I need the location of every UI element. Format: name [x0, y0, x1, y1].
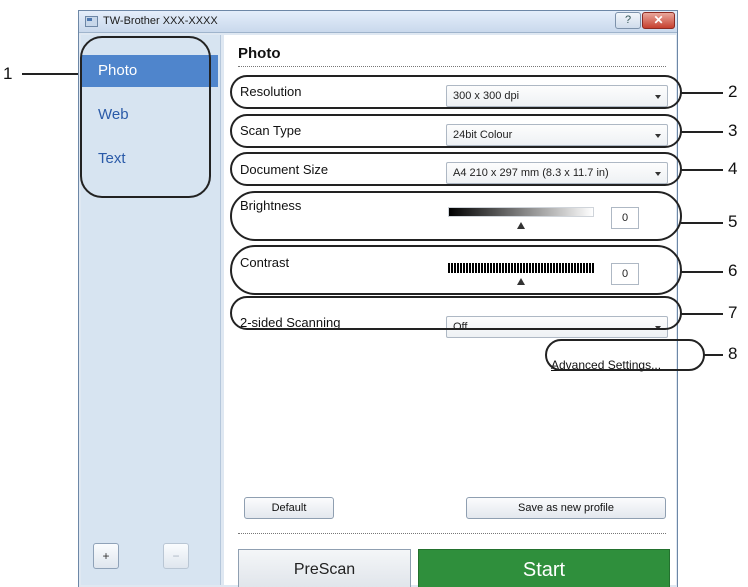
callout-line-5 — [681, 222, 723, 224]
brightness-label: Brightness — [240, 198, 302, 213]
resolution-label: Resolution — [240, 84, 302, 99]
document-size-value: A4 210 x 297 mm (8.3 x 11.7 in) — [453, 167, 609, 179]
remove-profile-button[interactable]: − — [163, 543, 189, 569]
callout-7: 7 — [728, 303, 738, 322]
sidebar-item-label: Photo — [98, 62, 138, 79]
callout-3: 3 — [728, 121, 738, 140]
callout-1: 1 — [3, 64, 13, 83]
chevron-down-icon — [655, 172, 661, 176]
callout-line-2 — [681, 92, 723, 94]
resolution-value: 300 x 300 dpi — [453, 90, 520, 102]
contrast-slider-thumb[interactable] — [517, 278, 525, 285]
scan-type-label: Scan Type — [240, 123, 302, 138]
sidebar-item-web[interactable]: Web — [81, 99, 218, 131]
app-window-icon — [85, 16, 98, 27]
help-button[interactable]: ? — [615, 12, 641, 29]
profile-sidebar: Photo Web Text + − — [81, 35, 221, 585]
two-sided-scanning-label: 2-sided Scanning — [240, 315, 341, 330]
scan-type-select[interactable]: 24bit Colour — [446, 124, 668, 146]
prescan-button[interactable]: PreScan — [238, 549, 411, 587]
close-icon: ✕ — [653, 13, 664, 27]
brightness-value-field[interactable]: 0 — [611, 207, 639, 229]
callout-line-6 — [681, 271, 723, 273]
settings-panel: Photo Resolution 300 x 300 dpi Scan Type… — [224, 35, 676, 587]
contrast-slider[interactable] — [448, 263, 594, 273]
default-button[interactable]: Default — [244, 497, 334, 519]
callout-line-7 — [681, 313, 723, 315]
callout-2: 2 — [728, 82, 738, 101]
sidebar-item-label: Text — [98, 150, 126, 167]
callout-line-8 — [703, 354, 723, 356]
callout-5: 5 — [728, 212, 738, 231]
chevron-down-icon — [655, 134, 661, 138]
callout-line-1 — [22, 73, 82, 75]
chevron-down-icon — [655, 95, 661, 99]
brightness-slider-thumb[interactable] — [517, 222, 525, 229]
document-size-label: Document Size — [240, 162, 329, 177]
contrast-value-field[interactable]: 0 — [611, 263, 639, 285]
sidebar-item-text[interactable]: Text — [81, 143, 218, 175]
contrast-label: Contrast — [240, 255, 290, 270]
callout-line-4 — [681, 169, 723, 171]
two-sided-scanning-select[interactable]: Off — [446, 316, 668, 338]
chevron-down-icon — [655, 326, 661, 330]
add-profile-button[interactable]: + — [93, 543, 119, 569]
start-button[interactable]: Start — [418, 549, 670, 587]
close-button[interactable]: ✕ — [642, 12, 675, 29]
document-size-select[interactable]: A4 210 x 297 mm (8.3 x 11.7 in) — [446, 162, 668, 184]
window-title: TW-Brother XXX-XXXX — [103, 15, 218, 27]
title-divider — [238, 66, 666, 67]
scan-dialog-window: TW-Brother XXX-XXXX ? ✕ Photo Web Text +… — [78, 10, 678, 587]
callout-8: 8 — [728, 344, 738, 363]
title-bar[interactable]: TW-Brother XXX-XXXX ? ✕ — [79, 11, 677, 33]
save-as-new-profile-button[interactable]: Save as new profile — [466, 497, 666, 519]
resolution-select[interactable]: 300 x 300 dpi — [446, 85, 668, 107]
two-sided-scanning-value: Off — [453, 321, 468, 333]
callout-line-3 — [681, 131, 723, 133]
callout-4: 4 — [728, 159, 738, 178]
sidebar-item-photo[interactable]: Photo — [81, 55, 218, 87]
brightness-slider[interactable] — [448, 207, 594, 217]
callout-6: 6 — [728, 261, 738, 280]
scan-type-value: 24bit Colour — [453, 129, 513, 141]
sidebar-item-label: Web — [98, 106, 129, 123]
advanced-settings-link[interactable]: Advanced Settings... — [551, 358, 661, 372]
page-title: Photo — [238, 45, 281, 62]
bottom-divider — [238, 533, 666, 534]
